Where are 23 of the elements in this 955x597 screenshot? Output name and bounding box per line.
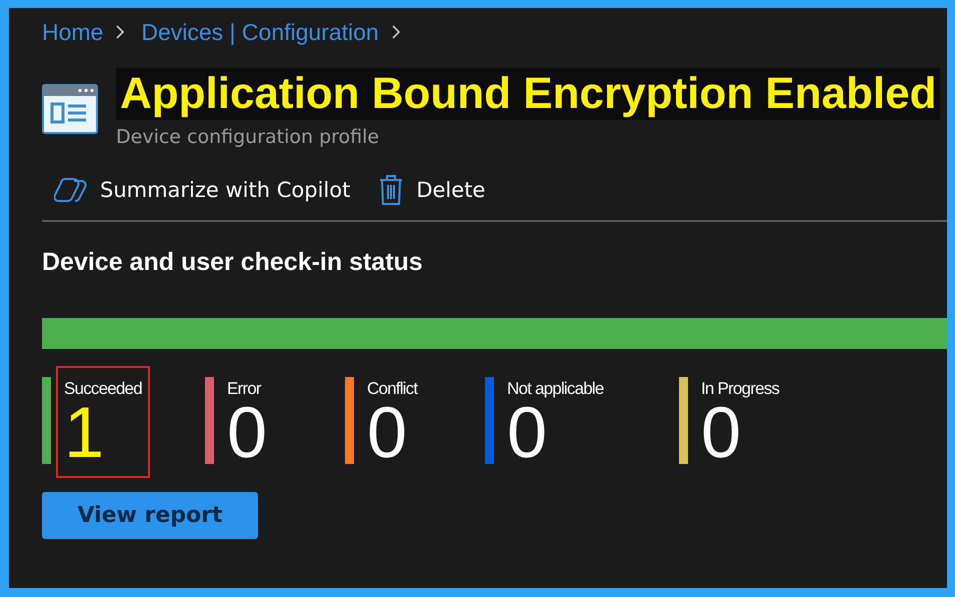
profile-icon <box>42 84 98 134</box>
status-count: 0 <box>507 399 548 467</box>
status-count: 0 <box>227 399 268 467</box>
status-count: 0 <box>367 399 408 467</box>
toolbar-button[interactable]: Summarize with Copilot <box>54 174 350 206</box>
status-label: Not applicable <box>507 379 604 399</box>
chevron-icon <box>115 23 126 41</box>
section-heading: Device and user check-in status <box>42 248 424 277</box>
page-subtitle: Device configuration profile <box>116 126 380 148</box>
status-label: In Progress <box>701 379 780 399</box>
toolbar-button[interactable]: Delete <box>378 174 486 206</box>
view-report-button[interactable]: View report <box>42 492 258 539</box>
status-label: Succeeded <box>64 379 142 399</box>
breadcrumb-link[interactable]: Devices | Configuration <box>141 18 379 46</box>
chevron-icon <box>390 23 401 41</box>
status-count: 1 <box>64 399 104 467</box>
status-label: Error <box>227 379 261 399</box>
status-label: Conflict <box>367 379 418 399</box>
page-title: Application Bound Encryption Enabled <box>116 68 940 120</box>
status-count: 0 <box>701 399 742 467</box>
copilot-icon <box>54 175 88 205</box>
trash-icon <box>378 174 404 206</box>
breadcrumb-link[interactable]: Home <box>42 18 104 46</box>
